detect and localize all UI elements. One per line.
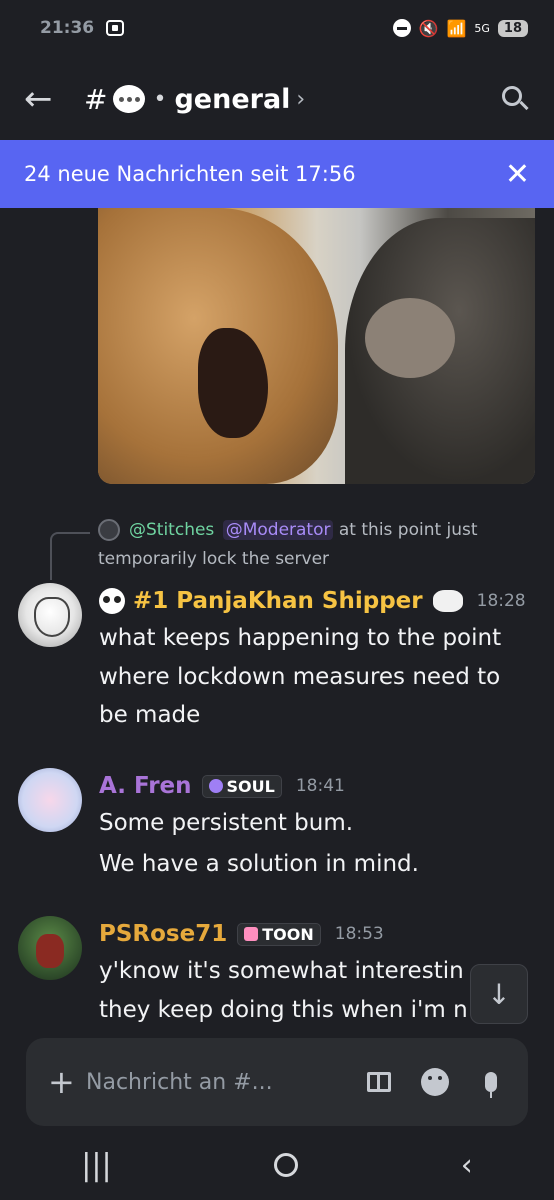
reply-mention-user: @Stitches (129, 520, 215, 540)
new-messages-text: 24 neue Nachrichten seit 17:56 (24, 162, 356, 186)
chevron-right-icon[interactable]: › (296, 87, 305, 112)
jump-to-bottom-button[interactable]: ↓ (470, 964, 528, 1024)
message-text: Some persistent bum. We have a solution … (99, 804, 539, 883)
channel-hash: # (84, 82, 108, 116)
message-line: be made (99, 702, 201, 728)
speech-bubble-icon (113, 85, 146, 113)
back-arrow-icon[interactable]: ← (24, 79, 76, 119)
new-messages-banner[interactable]: 24 neue Nachrichten seit 17:56 ✕ (0, 140, 554, 208)
role-tag-label: TOON (262, 924, 314, 944)
status-icons: 🔇 📶 5G 18 (392, 18, 528, 38)
message-line: Some persistent bum. (99, 810, 354, 836)
soul-icon (208, 779, 223, 793)
screenshot-icon (106, 20, 125, 36)
reply-text-1: at this point just (333, 520, 478, 540)
heart-icon (244, 927, 259, 941)
wifi-icon: 📶 (446, 18, 467, 38)
timestamp: 18:41 (295, 776, 345, 796)
separator-dot: • (153, 86, 167, 112)
avatar[interactable] (18, 583, 82, 647)
reply-text-2: temporarily lock the server (98, 549, 330, 569)
timestamp: 18:53 (334, 924, 384, 944)
message-line: what keeps happening to the point (99, 625, 502, 651)
close-icon[interactable]: ✕ (505, 157, 530, 192)
message-image-attachment[interactable] (98, 208, 535, 484)
reply-avatar (98, 519, 120, 541)
panda-emoji-icon (99, 588, 125, 614)
message-line: where lockdown measures need to (99, 663, 501, 690)
message-line: We have a solution in mind. (99, 850, 419, 877)
sheep-emoji-icon (432, 590, 463, 612)
microphone-icon[interactable] (476, 1067, 506, 1098)
home-icon[interactable] (274, 1153, 299, 1177)
emoji-icon[interactable] (420, 1067, 450, 1097)
channel-title[interactable]: general (174, 84, 290, 115)
reply-connector (50, 532, 90, 580)
gift-icon[interactable] (364, 1067, 394, 1097)
add-attachment-icon[interactable]: + (48, 1063, 86, 1101)
do-not-disturb-icon (392, 19, 411, 37)
lion-illustration (98, 208, 338, 484)
system-nav-bar: ||| ‹ (0, 1130, 554, 1200)
reply-mention-role: @Moderator (222, 520, 334, 540)
username[interactable]: PSRose71 (99, 921, 227, 947)
username[interactable]: #1 PanjaKhan Shipper (133, 588, 423, 614)
battery-indicator: 18 (497, 19, 528, 37)
network-label: 5G (474, 21, 490, 35)
search-icon[interactable] (500, 84, 530, 114)
chimpanzee-illustration (345, 218, 535, 484)
message-text: what keeps happening to the point where … (99, 619, 539, 735)
timestamp: 18:28 (476, 591, 526, 611)
message-input[interactable]: Nachricht an #... (86, 1070, 338, 1095)
message-composer: + Nachricht an #... (26, 1038, 528, 1126)
role-tag: TOON (237, 922, 321, 946)
avatar[interactable] (18, 768, 82, 832)
system-back-icon[interactable]: ‹ (461, 1148, 473, 1183)
channel-header: ← # • general › (0, 64, 554, 134)
username[interactable]: A. Fren (99, 773, 192, 799)
role-tag: SOUL (201, 774, 282, 798)
mute-icon: 🔇 (418, 18, 439, 38)
arrow-down-icon: ↓ (487, 977, 511, 1011)
avatar[interactable] (18, 916, 82, 980)
status-bar: 21:36 🔇 📶 5G 18 (0, 0, 554, 56)
clock: 21:36 (40, 18, 95, 38)
role-tag-label: SOUL (226, 776, 275, 796)
recent-apps-icon[interactable]: ||| (81, 1148, 111, 1183)
reply-preview[interactable]: @Stitches @Moderator at this point just … (98, 516, 528, 574)
